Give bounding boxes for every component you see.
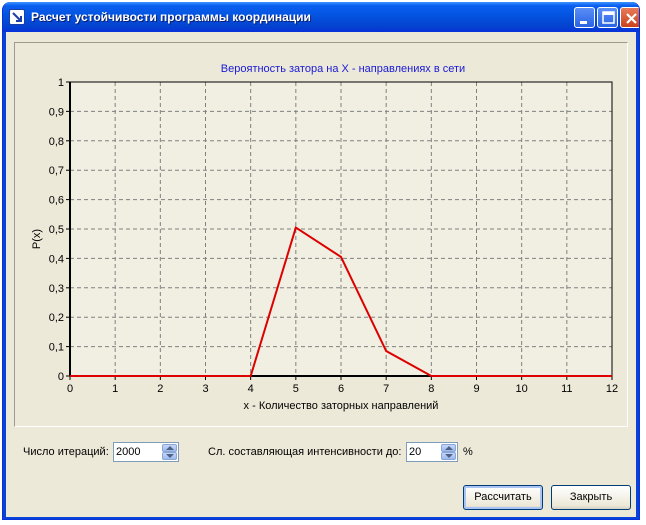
client-area: 0 1 2 3 4 5 6 7 8 9 10 11 12 0 0,1 0,2 0,3 0,4 0,5 0,6 0,7 0,… xyxy=(6,32,636,517)
y-tick-label: 0,3 xyxy=(49,283,64,295)
x-tick-label: 6 xyxy=(338,383,344,395)
arrow-up-icon xyxy=(445,446,453,450)
x-tick-label: 3 xyxy=(202,383,208,395)
x-tick-label: 12 xyxy=(606,383,618,395)
close-button[interactable]: Закрыть xyxy=(551,485,631,510)
x-tick-label: 8 xyxy=(428,383,434,395)
intensity-label: Сл. составляющая интенсивности до: xyxy=(208,446,402,458)
minimize-icon xyxy=(580,21,587,24)
x-axis-label: x - Количество заторных направлений xyxy=(244,400,439,412)
x-tick-label: 4 xyxy=(248,383,254,395)
y-axis-label: P(x) xyxy=(31,229,43,249)
chart-panel: 0 1 2 3 4 5 6 7 8 9 10 11 12 0 0,1 0,2 0,3 0,4 0,5 0,6 0,7 0,… xyxy=(14,42,628,427)
x-tick-label: 5 xyxy=(293,383,299,395)
intensity-spinner[interactable] xyxy=(406,442,458,462)
iterations-input[interactable] xyxy=(116,445,152,459)
intensity-up-button[interactable] xyxy=(441,444,456,452)
calculate-button[interactable]: Рассчитать xyxy=(463,485,543,510)
chart-title: Вероятность затора на X - направлениях в… xyxy=(221,63,465,75)
y-tick-label: 1 xyxy=(58,77,64,89)
y-tick-label: 0,8 xyxy=(49,136,64,148)
x-tick-label: 10 xyxy=(516,383,528,395)
main-window: Расчет устойчивости программы координаци… xyxy=(2,2,640,520)
y-tick-label: 0,6 xyxy=(49,195,64,207)
x-tick-label: 9 xyxy=(473,383,479,395)
app-icon xyxy=(9,9,25,25)
intensity-input[interactable] xyxy=(409,445,433,459)
x-tick-label: 1 xyxy=(112,383,118,395)
percent-label: % xyxy=(463,446,473,458)
y-tick-label: 0 xyxy=(58,371,64,383)
title-bar[interactable]: Расчет устойчивости программы координаци… xyxy=(3,2,639,32)
y-tick-label: 0,4 xyxy=(49,253,64,265)
arrow-up-icon xyxy=(166,446,174,450)
y-tick-label: 0,9 xyxy=(49,106,64,118)
x-tick-label: 7 xyxy=(383,383,389,395)
maximize-button[interactable] xyxy=(597,7,618,28)
iterations-spinner[interactable] xyxy=(113,442,179,462)
y-tick-label: 0,5 xyxy=(49,224,64,236)
intensity-down-button[interactable] xyxy=(441,452,456,460)
minimize-button[interactable] xyxy=(574,7,595,28)
y-tick-label: 0,2 xyxy=(49,312,64,324)
arrow-down-icon xyxy=(445,454,453,458)
close-icon xyxy=(626,13,637,24)
x-tick-label: 2 xyxy=(157,383,163,395)
probability-chart: 0 1 2 3 4 5 6 7 8 9 10 11 1200,10,20,30,40,50,60,70,… xyxy=(31,63,618,412)
maximize-icon xyxy=(602,11,615,24)
x-tick-label: 0 xyxy=(67,383,73,395)
x-tick-label: 11 xyxy=(561,383,572,395)
arrow-down-icon xyxy=(166,454,174,458)
close-window-button[interactable] xyxy=(620,7,639,28)
y-tick-label: 0,1 xyxy=(49,342,64,354)
iterations-up-button[interactable] xyxy=(162,444,177,452)
iterations-down-button[interactable] xyxy=(162,452,177,460)
iterations-label: Число итераций: xyxy=(23,446,109,458)
y-tick-label: 0,7 xyxy=(49,165,64,177)
window-title: Расчет устойчивости программы координаци… xyxy=(31,10,311,24)
